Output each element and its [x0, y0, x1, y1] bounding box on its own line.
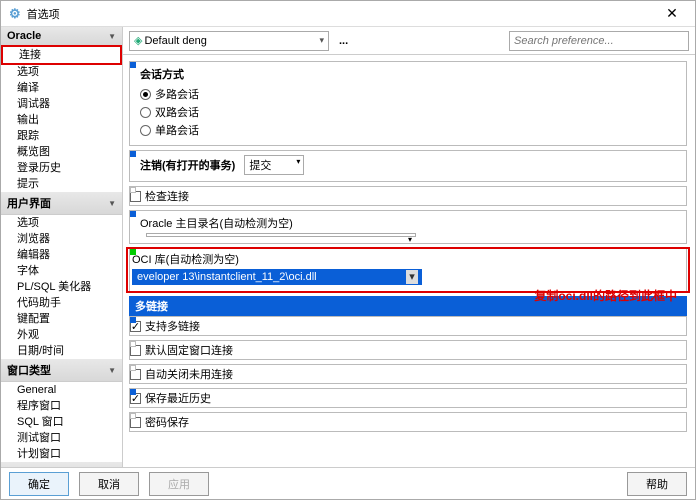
multi-conn-label: 密码保存: [145, 414, 189, 430]
multi-conn-label: 自动关闭未用连接: [145, 366, 233, 382]
multi-conn-item: 默认固定窗口连接: [129, 340, 687, 360]
footer: 确定 取消 应用 帮助: [1, 467, 695, 499]
oci-label: OCI 库(自动检测为空): [132, 251, 684, 267]
chevron-down-icon: ▼: [108, 366, 116, 375]
session-radio[interactable]: [140, 89, 151, 100]
tree-item[interactable]: 选项: [1, 64, 122, 80]
tree-item[interactable]: 概览图: [1, 144, 122, 160]
tree-header[interactable]: Oracle▼: [1, 27, 122, 46]
tree-item[interactable]: 代码助手: [1, 295, 122, 311]
tree-item[interactable]: 连接: [1, 45, 122, 65]
session-title: 会话方式: [140, 66, 678, 82]
logout-combo[interactable]: 提交: [244, 155, 304, 175]
profile-combo[interactable]: ◈ Default deng: [129, 31, 329, 51]
tree-header[interactable]: 窗口类型▼: [1, 359, 122, 382]
check-conn-label: 检查连接: [145, 188, 189, 204]
chevron-down-icon: ▼: [108, 32, 116, 41]
multi-conn-item: ✓保存最近历史: [129, 388, 687, 408]
sidebar: Oracle▼连接选项编译调试器输出跟踪概览图登录历史提示用户界面▼选项浏览器编…: [1, 27, 123, 467]
annotation-text: 复制oci.dll的路径到此框中: [534, 287, 677, 304]
profile-icon: ◈: [134, 34, 142, 47]
preferences-icon: ⚙: [9, 6, 21, 22]
tree-item[interactable]: PL/SQL 美化器: [1, 279, 122, 295]
tree-header[interactable]: 用户界面▼: [1, 192, 122, 215]
session-radio[interactable]: [140, 125, 151, 136]
check-conn-group: 检查连接: [129, 186, 687, 206]
more-button[interactable]: ...: [335, 33, 352, 49]
oracle-home-combo[interactable]: [146, 233, 416, 237]
cancel-button[interactable]: 取消: [79, 472, 139, 496]
tree-item[interactable]: 浏览器: [1, 231, 122, 247]
oci-combo[interactable]: eveloper 13\instantclient_11_2\oci.dll: [132, 269, 422, 285]
multi-conn-item: ✓支持多链接: [129, 316, 687, 336]
tree-item[interactable]: 程序窗口: [1, 398, 122, 414]
titlebar: ⚙ 首选项 ✕: [1, 1, 695, 27]
tree-item[interactable]: 提示: [1, 176, 122, 192]
help-button[interactable]: 帮助: [627, 472, 687, 496]
apply-button[interactable]: 应用: [149, 472, 209, 496]
session-option-label: 双路会话: [155, 104, 199, 120]
session-group: 会话方式 多路会话双路会话单路会话: [129, 61, 687, 146]
profile-label: Default deng: [144, 35, 206, 47]
tree-item[interactable]: SQL 窗口: [1, 414, 122, 430]
tree-item[interactable]: 日期/时间: [1, 343, 122, 359]
logout-group: 注销(有打开的事务) 提交: [129, 150, 687, 182]
multi-conn-label: 默认固定窗口连接: [145, 342, 233, 358]
tree-item[interactable]: 键配置: [1, 311, 122, 327]
tree-item[interactable]: 计划窗口: [1, 446, 122, 462]
tree-item[interactable]: 调试器: [1, 96, 122, 112]
tree-item[interactable]: General: [1, 382, 122, 398]
oracle-home-group: Oracle 主目录名(自动检测为空): [129, 210, 687, 244]
tree-item[interactable]: 字体: [1, 263, 122, 279]
tree-item[interactable]: 选项: [1, 215, 122, 231]
search-input[interactable]: [509, 31, 689, 51]
oci-group: OCI 库(自动检测为空) eveloper 13\instantclient_…: [129, 248, 687, 292]
tree-item[interactable]: 测试窗口: [1, 430, 122, 446]
tree-item[interactable]: 编辑器: [1, 247, 122, 263]
multi-conn-label: 支持多链接: [145, 318, 200, 334]
multi-conn-label: 保存最近历史: [145, 390, 211, 406]
settings-panel: 会话方式 多路会话双路会话单路会话 注销(有打开的事务) 提交: [123, 55, 695, 467]
session-radio[interactable]: [140, 107, 151, 118]
session-option-label: 多路会话: [155, 86, 199, 102]
toolbar: ◈ Default deng ...: [123, 27, 695, 55]
logout-title: 注销(有打开的事务): [140, 160, 235, 172]
chevron-down-icon: ▼: [108, 199, 116, 208]
tree-item[interactable]: 输出: [1, 112, 122, 128]
tree-item[interactable]: 编译: [1, 80, 122, 96]
multi-conn-item: 自动关闭未用连接: [129, 364, 687, 384]
oracle-home-label: Oracle 主目录名(自动检测为空): [140, 215, 678, 231]
tree-item[interactable]: 登录历史: [1, 160, 122, 176]
session-option-label: 单路会话: [155, 122, 199, 138]
window-title: 首选项: [27, 6, 657, 22]
multi-conn-item: 密码保存: [129, 412, 687, 432]
ok-button[interactable]: 确定: [9, 472, 69, 496]
close-icon[interactable]: ✕: [657, 5, 687, 22]
tree-item[interactable]: 跟踪: [1, 128, 122, 144]
tree-item[interactable]: 外观: [1, 327, 122, 343]
